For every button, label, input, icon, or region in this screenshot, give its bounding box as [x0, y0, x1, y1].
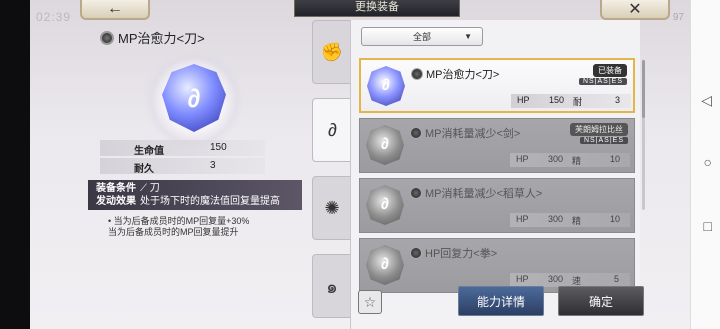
category-tabs: ✊ ∂ ✺ ๑: [312, 20, 352, 320]
item-illustration: ∂: [144, 50, 244, 150]
tab-burst[interactable]: ✺: [312, 176, 352, 240]
effect-notes: • 当为后备成员时的MP回复量+30% 当为后备成员时的MP回复量提升: [108, 216, 249, 238]
stat2-label: 耐: [573, 97, 583, 107]
scroll-thumb[interactable]: [642, 60, 645, 118]
gem-icon: ∂: [366, 245, 404, 285]
confirm-label: 确定: [588, 294, 613, 309]
sword-icon: ⟋: [140, 183, 147, 194]
note-line: • 当为后备成员时的MP回复量+30%: [108, 216, 250, 226]
card-stats: HP 300 精 10: [510, 153, 630, 167]
stat-row-durability: 耐久 3: [100, 158, 265, 175]
favorite-button[interactable]: ☆: [358, 290, 382, 314]
filter-dropdown[interactable]: 全部 ▼: [361, 27, 483, 46]
condition-box: 装备条件 ⟋ 刀 发动效果 处于场下时的魔法值回复量提高: [88, 180, 302, 210]
ability-detail-label: 能力详情: [476, 294, 525, 309]
note-line: 当为后备成员时的MP回复量提升: [108, 227, 239, 237]
gem-icon: ∂: [366, 185, 404, 225]
stat2-value: 10: [610, 214, 621, 224]
tab-swirl[interactable]: ∂: [312, 98, 352, 162]
star-icon: ☆: [363, 293, 377, 310]
stat2-value: 5: [614, 274, 620, 284]
stat1-value: 300: [548, 154, 564, 164]
stat1-label: HP: [517, 95, 530, 105]
stat2-label: 精: [572, 216, 582, 226]
left-edge-bar: [0, 0, 30, 329]
card-stats: HP 150 耐 3: [511, 94, 631, 108]
list-item[interactable]: ∂ HP回复力<拳> HP 300 速 5: [359, 238, 635, 293]
chevron-down-icon: ▼: [464, 32, 472, 41]
nav-recent-icon[interactable]: □: [704, 218, 712, 234]
card-name: HP回复力<拳>: [425, 248, 498, 260]
nav-home-icon[interactable]: ○: [704, 154, 712, 170]
tab-wave[interactable]: ๑: [312, 254, 352, 318]
stat1-value: 300: [548, 274, 564, 284]
card-name: MP消耗量减少<剑>: [425, 128, 521, 140]
equipment-list: 全部 ▼ ∂ MP治愈力<刀> 已装备 NS|AS|ES HP 150 耐 3 …: [350, 20, 640, 329]
stat1-label: HP: [516, 214, 529, 224]
stat2-label: 精: [572, 156, 582, 166]
stat-label: 生命值: [134, 146, 164, 157]
equipment-screen: 02:39 97 ← 更换装备 ✕ MP治愈力<刀> ∂ 生命值 150 耐久 …: [30, 0, 690, 329]
wave-icon: ๑: [326, 276, 338, 297]
stat-row-hp: 生命值 150: [100, 140, 265, 157]
condition-value: 刀: [149, 183, 160, 194]
back-button[interactable]: ←: [80, 0, 150, 20]
effect-label: 发动效果: [96, 196, 136, 207]
status-badge: 已装备: [593, 64, 627, 77]
card-name: MP消耗量减少<稻草人>: [425, 188, 543, 200]
list-item[interactable]: ∂ MP消耗量减少<稻草人> HP 300 精 10: [359, 178, 635, 233]
item-name: MP治愈力<刀>: [118, 31, 205, 46]
status-badge: 芙朗姆拉比丝: [570, 123, 628, 136]
item-title: MP治愈力<刀>: [100, 28, 205, 47]
swirl-icon: ∂: [328, 119, 337, 140]
gem-icon: ∂: [366, 125, 404, 165]
card-name: MP治愈力<刀>: [426, 69, 500, 81]
tags-badge: NS|AS|ES: [578, 78, 627, 85]
effect-value: 处于场下时的魔法值回复量提高: [140, 196, 280, 207]
rarity-coin-icon: [100, 30, 114, 45]
stat1-value: 150: [549, 95, 565, 105]
tags-badge: NS|AS|ES: [579, 137, 628, 144]
stat-label: 耐久: [134, 164, 154, 175]
rarity-coin-icon: [410, 247, 422, 259]
burst-icon: ✺: [324, 197, 340, 218]
list-item[interactable]: ∂ MP治愈力<刀> 已装备 NS|AS|ES HP 150 耐 3: [359, 58, 635, 113]
list-scrollbar[interactable]: [642, 60, 645, 210]
tab-fist[interactable]: ✊: [312, 20, 352, 84]
stat1-value: 300: [548, 214, 564, 224]
nav-back-icon[interactable]: ◁: [701, 92, 712, 109]
rarity-coin-icon: [411, 68, 423, 80]
stat1-label: HP: [516, 154, 529, 164]
filter-label: 全部: [412, 32, 431, 42]
stat1-label: HP: [516, 274, 529, 284]
fist-icon: ✊: [320, 41, 344, 62]
close-icon: ✕: [628, 1, 642, 18]
card-stats: HP 300 速 5: [510, 273, 630, 287]
battery-indicator: 97: [672, 12, 684, 23]
page-title: 更换装备: [294, 0, 460, 17]
stat-value: 150: [210, 142, 227, 153]
rarity-coin-icon: [410, 187, 422, 199]
card-stats: HP 300 精 10: [510, 213, 630, 227]
confirm-button[interactable]: 确定: [558, 286, 644, 316]
ability-detail-button[interactable]: 能力详情: [458, 286, 544, 316]
list-item[interactable]: ∂ MP消耗量减少<剑> 芙朗姆拉比丝 NS|AS|ES HP 300 精 10: [359, 118, 635, 173]
rarity-coin-icon: [410, 127, 422, 139]
stat-value: 3: [210, 160, 216, 171]
close-button[interactable]: ✕: [600, 0, 670, 20]
back-arrow-icon: ←: [107, 0, 123, 17]
android-nav-bar: ◁ ○ □: [690, 0, 720, 329]
condition-label: 装备条件: [96, 183, 136, 194]
stat2-value: 3: [615, 95, 621, 105]
stat2-value: 10: [610, 154, 621, 164]
status-time: 02:39: [36, 10, 72, 24]
gem-icon: ∂: [367, 66, 405, 106]
